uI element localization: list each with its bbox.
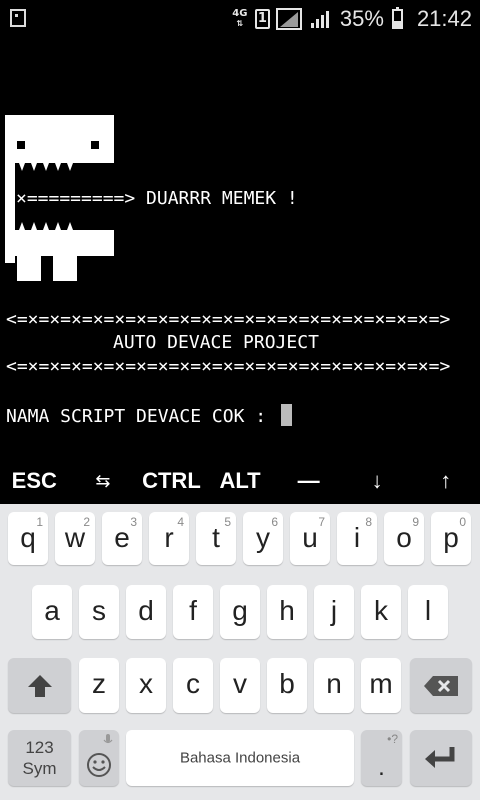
ctrl-key[interactable]: CTRL — [137, 468, 206, 494]
key-y[interactable]: y6 — [243, 512, 283, 565]
key-i[interactable]: i8 — [337, 512, 377, 565]
key-s[interactable]: s — [79, 585, 119, 639]
terminal-prompt-line[interactable]: NAMA SCRIPT DEVACE COK : — [6, 404, 292, 427]
status-bar: 4G ⇅ 1 35% 21:42 — [0, 0, 480, 38]
key-r[interactable]: r4 — [149, 512, 189, 565]
terminal-separator-top: <=×=×=×=×=×=×=×=×=×=×=×=×=×=×=×=×=×=×=×=… — [6, 309, 451, 330]
space-key-label: Bahasa Indonesia — [179, 749, 301, 767]
backspace-icon — [424, 675, 458, 696]
key-i-hint: 8 — [365, 515, 372, 529]
key-u-hint: 7 — [318, 515, 325, 529]
symbols-key[interactable]: 123 Sym — [8, 730, 71, 786]
key-x-label: x — [139, 668, 153, 699]
key-v-label: v — [233, 668, 247, 699]
key-m[interactable]: m — [361, 658, 401, 713]
key-d[interactable]: d — [126, 585, 166, 639]
key-q-hint: 1 — [36, 515, 43, 529]
arrow-up-key[interactable]: ↑ — [411, 468, 480, 494]
key-h-label: h — [279, 595, 295, 626]
key-f-label: f — [189, 595, 197, 626]
enter-icon — [425, 747, 455, 768]
key-n[interactable]: n — [314, 658, 354, 713]
key-l-label: l — [424, 595, 432, 626]
key-e-hint: 3 — [130, 515, 137, 529]
key-c[interactable]: c — [173, 658, 213, 713]
key-e[interactable]: e3 — [102, 512, 142, 565]
extra-keys-bar: ESC ⇆ CTRL ALT — ↓ ↑ — [0, 458, 480, 504]
period-key-label: . — [378, 754, 385, 781]
shift-icon — [28, 674, 52, 697]
shift-key[interactable] — [8, 658, 71, 713]
key-t-hint: 5 — [224, 515, 231, 529]
key-h[interactable]: h — [267, 585, 307, 639]
key-p[interactable]: p0 — [431, 512, 471, 565]
key-s-label: s — [92, 595, 106, 626]
notification-icon — [10, 9, 26, 27]
key-t[interactable]: t5 — [196, 512, 236, 565]
key-m-label: m — [369, 668, 393, 699]
emoji-icon — [87, 753, 111, 777]
key-n-label: n — [326, 668, 342, 699]
soft-keyboard: 123 Sym Bahasa Indonesia . •? q1w2e3r4t5… — [0, 504, 480, 800]
network-type-label: 4G — [232, 8, 248, 19]
space-key[interactable]: Bahasa Indonesia — [126, 730, 354, 786]
key-z-label: z — [92, 668, 106, 699]
key-z[interactable]: z — [79, 658, 119, 713]
key-c-label: c — [186, 668, 200, 699]
key-p-hint: 0 — [459, 515, 466, 529]
esc-key[interactable]: ESC — [0, 468, 69, 494]
key-w[interactable]: w2 — [55, 512, 95, 565]
key-o-hint: 9 — [412, 515, 419, 529]
key-x[interactable]: x — [126, 658, 166, 713]
tab-key[interactable]: ⇆ — [69, 471, 138, 492]
key-w-hint: 2 — [83, 515, 90, 529]
clock: 21:42 — [416, 6, 472, 31]
key-b[interactable]: b — [267, 658, 307, 713]
backspace-key[interactable] — [410, 658, 472, 713]
period-key[interactable]: . •? — [361, 730, 402, 786]
key-r-hint: 4 — [177, 515, 184, 529]
symbols-key-bottom: Sym — [22, 759, 57, 778]
key-o[interactable]: o9 — [384, 512, 424, 565]
alt-key[interactable]: ALT — [206, 468, 275, 494]
key-a[interactable]: a — [32, 585, 72, 639]
sim-icon: 1 — [254, 9, 270, 29]
key-g-label: g — [232, 595, 248, 626]
network-type-icon: 4G ⇅ — [232, 8, 248, 29]
key-y-hint: 6 — [271, 515, 278, 529]
mic-icon — [103, 734, 113, 744]
enter-key[interactable] — [410, 730, 472, 786]
key-j[interactable]: j — [314, 585, 354, 639]
terminal-cursor — [280, 404, 292, 426]
key-a-label: a — [44, 595, 60, 626]
key-f[interactable]: f — [173, 585, 213, 639]
key-v[interactable]: v — [220, 658, 260, 713]
terminal-prompt: NAMA SCRIPT DEVACE COK : — [6, 406, 277, 427]
arrow-down-key[interactable]: ↓ — [343, 468, 412, 494]
battery-icon — [391, 7, 403, 29]
period-key-hint: •? — [387, 732, 398, 746]
battery-percentage: 35% — [339, 6, 384, 31]
terminal-project-title: AUTO DEVACE PROJECT — [113, 332, 319, 353]
terminal-tagline: ×=========> DUARRR MEMEK ! — [16, 188, 298, 209]
key-q[interactable]: q1 — [8, 512, 48, 565]
key-j-label: j — [330, 595, 338, 626]
key-d-label: d — [138, 595, 154, 626]
key-b-label: b — [279, 668, 295, 699]
key-u[interactable]: u7 — [290, 512, 330, 565]
signal-icon-2 — [310, 11, 329, 28]
emoji-key[interactable] — [79, 730, 119, 786]
key-k-label: k — [374, 595, 388, 626]
terminal-output[interactable]: ×=========> DUARRR MEMEK ! <=×=×=×=×=×=×… — [0, 38, 480, 458]
key-g[interactable]: g — [220, 585, 260, 639]
key-l[interactable]: l — [408, 585, 448, 639]
symbols-key-top: 123 — [25, 738, 54, 757]
key-k[interactable]: k — [361, 585, 401, 639]
terminal-separator-bottom: <=×=×=×=×=×=×=×=×=×=×=×=×=×=×=×=×=×=×=×=… — [6, 356, 451, 377]
dash-key[interactable]: — — [274, 468, 343, 494]
signal-icon — [275, 8, 302, 30]
